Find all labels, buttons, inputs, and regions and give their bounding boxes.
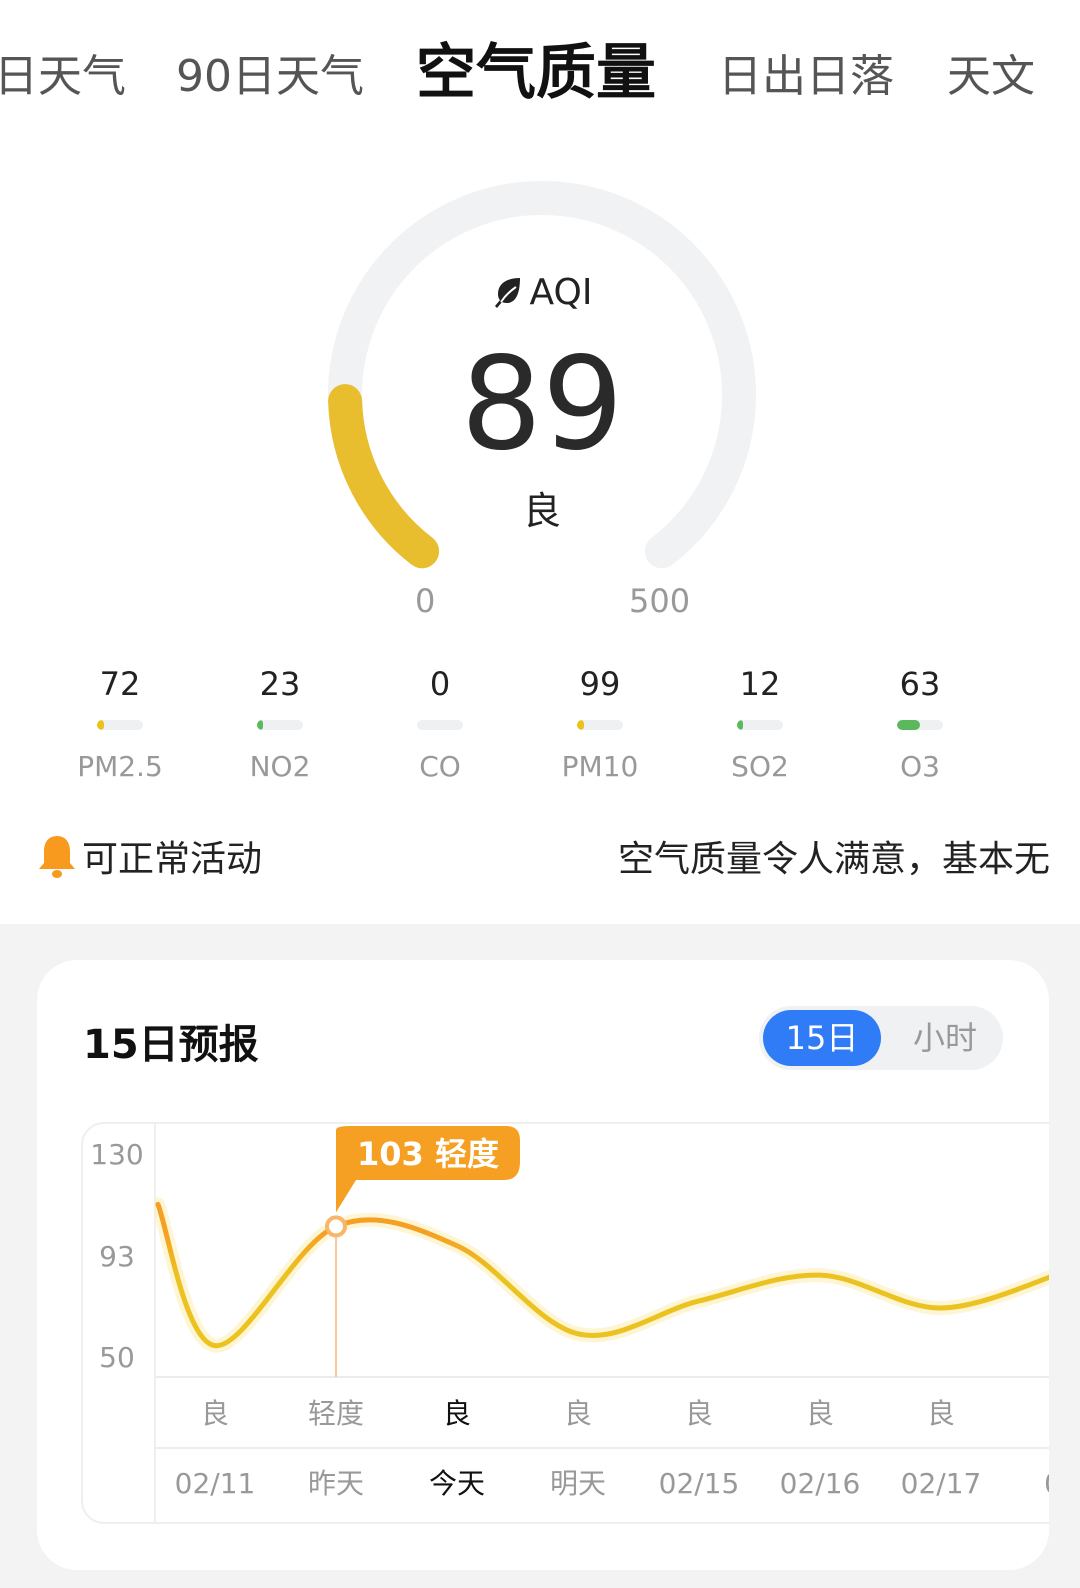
pollutant-bar bbox=[897, 720, 943, 730]
pollutant-bar-fill bbox=[897, 720, 920, 730]
gauge-max: 500 bbox=[629, 582, 691, 620]
x-tick-label: 明天 bbox=[550, 1467, 606, 1500]
x-tick-label: 02/16 bbox=[780, 1467, 861, 1500]
pollutant-pm25[interactable]: 72 PM2.5 bbox=[40, 665, 200, 783]
forecast-title: 15日预报 bbox=[83, 1022, 259, 1068]
pollutant-bar-fill bbox=[257, 720, 263, 730]
advice-text: 可正常活动 bbox=[82, 839, 263, 880]
pollutant-value: 72 bbox=[99, 665, 141, 703]
pollutant-bar-fill bbox=[737, 720, 743, 730]
pollutant-bar-fill bbox=[97, 720, 104, 730]
toggle-hourly[interactable]: 小时 bbox=[913, 1010, 977, 1066]
advice-description: 空气质量令人满意，基本无 bbox=[617, 839, 1050, 880]
pollutant-bar bbox=[417, 720, 463, 730]
aqi-level: 良 bbox=[522, 489, 561, 533]
pollutant-bar bbox=[257, 720, 303, 730]
tab-sunrise-sunset[interactable]: 日出日落 bbox=[718, 40, 894, 104]
pollutant-no2[interactable]: 23 NO2 bbox=[200, 665, 360, 783]
pollutant-bar-fill bbox=[577, 720, 584, 730]
pollutant-bar bbox=[97, 720, 143, 730]
activity-advice: 可正常活动 bbox=[36, 830, 262, 882]
pollutant-co[interactable]: 0 CO bbox=[360, 665, 520, 783]
pollutant-value: 23 bbox=[259, 665, 301, 703]
pollutant-o3[interactable]: 63 O3 bbox=[840, 665, 1000, 783]
level-label: 良 bbox=[927, 1397, 955, 1430]
x-tick-label: 02/15 bbox=[659, 1467, 740, 1500]
x-tick-label: 昨天 bbox=[308, 1467, 364, 1500]
pollutant-value: 0 bbox=[429, 665, 451, 703]
pollutant-name: NO2 bbox=[249, 750, 311, 783]
highlight-tooltip-label: 103 轻度 bbox=[357, 1135, 499, 1173]
y-tick-label: 130 bbox=[90, 1138, 143, 1171]
pollutant-name: PM2.5 bbox=[77, 750, 163, 783]
gauge-min: 0 bbox=[415, 582, 436, 620]
aqi-label: AQI bbox=[0, 272, 1080, 313]
x-tick-label: 今天 bbox=[429, 1467, 485, 1500]
tab-astronomy[interactable]: 天文 bbox=[947, 40, 1035, 104]
y-tick-label: 50 bbox=[99, 1341, 135, 1374]
pollutant-list: 72 PM2.5 23 NO2 0 CO 99 PM10 12 SO2 63 O3 bbox=[40, 665, 1040, 783]
leaf-icon bbox=[494, 278, 520, 308]
pollutant-name: O3 bbox=[900, 750, 940, 783]
pollutant-value: 63 bbox=[899, 665, 941, 703]
aqi-forecast-chart: 130 93 50 103 轻度良 轻度 良 良 良 良 良 02/11 昨天 今天 明天 02/15 02/… bbox=[81, 1122, 1049, 1524]
tab-air-quality[interactable]: 空气质量 bbox=[416, 24, 656, 111]
aqi-label-text: AQI bbox=[529, 272, 593, 313]
x-tick-label: 02 bbox=[1044, 1467, 1049, 1500]
pollutant-name: PM10 bbox=[561, 750, 639, 783]
level-label: 良 bbox=[564, 1397, 592, 1430]
pollutant-value: 99 bbox=[579, 665, 621, 703]
level-label: 良 bbox=[443, 1397, 471, 1430]
tab-90day-weather[interactable]: 90日天气 bbox=[176, 40, 364, 104]
toggle-15day[interactable]: 15日 bbox=[763, 1010, 881, 1066]
pollutant-bar bbox=[577, 720, 623, 730]
y-tick-label: 93 bbox=[99, 1240, 135, 1273]
level-label: 良 bbox=[685, 1397, 713, 1430]
level-label: 良 bbox=[201, 1397, 229, 1430]
pollutant-bar bbox=[737, 720, 783, 730]
aqi-value: 89 bbox=[460, 330, 624, 479]
pollutant-name: SO2 bbox=[731, 750, 789, 783]
x-tick-label: 02/11 bbox=[175, 1467, 256, 1500]
top-tabs: 日天气 90日天气 空气质量 日出日落 天文 bbox=[0, 20, 1080, 110]
pollutant-value: 12 bbox=[739, 665, 781, 703]
pollutant-pm10[interactable]: 99 PM10 bbox=[520, 665, 680, 783]
x-tick-label: 02/17 bbox=[901, 1467, 982, 1500]
forecast-toggle: 15日 小时 bbox=[759, 1006, 1003, 1070]
pollutant-name: CO bbox=[419, 750, 461, 783]
highlight-point bbox=[325, 1215, 347, 1238]
bell-icon bbox=[39, 836, 75, 878]
level-label: 轻度 bbox=[308, 1397, 364, 1430]
level-label: 良 bbox=[806, 1397, 834, 1430]
pollutant-so2[interactable]: 12 SO2 bbox=[680, 665, 840, 783]
tab-daily-weather[interactable]: 日天气 bbox=[0, 40, 126, 104]
